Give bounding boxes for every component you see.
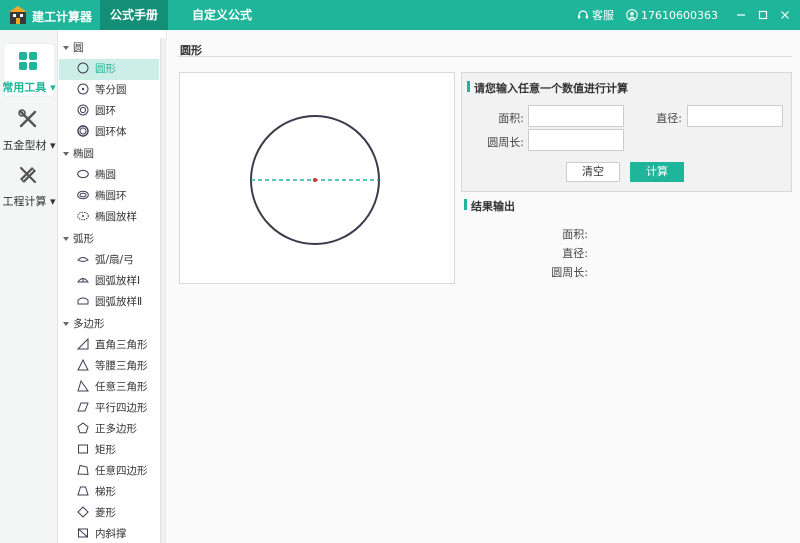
tree-item-any-quadrilateral[interactable]: 任意四边形 — [59, 461, 159, 482]
headset-icon — [578, 10, 589, 19]
tree-item-parallelogram[interactable]: 平行四边形 — [59, 398, 159, 419]
rectangle-icon — [78, 444, 88, 454]
rail-label: 工程计算 ▾ — [2, 195, 56, 208]
result-area-label: 面积: — [562, 228, 588, 241]
maximize-icon — [758, 10, 768, 20]
expand-arrow-icon — [63, 321, 69, 326]
circumference-input[interactable] — [528, 129, 624, 151]
rail-label: 五金型材 ▾ — [2, 139, 56, 152]
tree-item-ellipse-loft[interactable]: 椭圆放样 — [59, 207, 159, 228]
customer-service-label: 客服 — [592, 9, 615, 22]
tree-item-inner-brace[interactable]: 内斜撑 — [59, 524, 159, 543]
wrench-icon — [18, 109, 37, 128]
input-section-title: 请您输入任意一个数值进行计算 — [467, 80, 628, 96]
tree-group-circle[interactable]: 圆 — [59, 38, 159, 59]
title-bar: 建工计算器 公式手册 自定义公式 客服 17610600363 — [0, 0, 800, 30]
clear-button[interactable]: 清空 — [566, 162, 620, 182]
result-section-title: 结果输出 — [464, 198, 515, 214]
tree-item-divided-circle[interactable]: 等分圆 — [59, 80, 159, 101]
tree-item-arc-loft-1[interactable]: 圆弧放样Ⅰ — [59, 271, 159, 292]
ellipse-icon — [77, 169, 89, 179]
isosceles-triangle-icon — [77, 358, 89, 371]
tab-custom-formula[interactable]: 自定义公式 — [182, 0, 262, 30]
rail-item-common-tools[interactable]: 常用工具 ▾ — [0, 42, 58, 98]
calculate-button[interactable]: 计算 — [630, 162, 684, 182]
tree-item-torus[interactable]: 圆环体 — [59, 122, 159, 143]
right-triangle-icon — [76, 337, 89, 350]
title-divider — [178, 56, 792, 57]
arc-loft-2-icon — [77, 297, 89, 305]
user-icon — [626, 9, 638, 21]
circle-icon — [77, 62, 89, 74]
tree-item-circle[interactable]: 圆形 — [59, 59, 159, 80]
center-point — [313, 178, 317, 182]
maximize-button[interactable] — [752, 0, 774, 30]
tree-item-rectangle[interactable]: 矩形 — [59, 440, 159, 461]
ring-icon — [77, 104, 89, 116]
parallelogram-icon — [77, 402, 89, 412]
tree-scrollbar[interactable] — [160, 38, 167, 543]
close-icon — [781, 11, 789, 19]
close-button[interactable] — [774, 0, 796, 30]
ellipse-loft-icon — [77, 211, 89, 221]
tab-formula-manual[interactable]: 公式手册 — [100, 0, 169, 30]
area-input[interactable] — [528, 105, 624, 127]
circumference-label: 圆周长: — [487, 136, 524, 149]
customer-service-button[interactable]: 客服 — [577, 7, 614, 23]
tree-item-isosceles-triangle[interactable]: 等腰三角形 — [59, 356, 159, 377]
minimize-icon — [737, 14, 745, 16]
quadrilateral-icon — [77, 464, 89, 476]
rail-item-hardware-profiles[interactable]: 五金型材 ▾ — [0, 100, 58, 156]
circle-diagram — [250, 115, 380, 245]
trapezoid-icon — [77, 486, 89, 496]
minimize-button[interactable] — [730, 0, 752, 30]
expand-arrow-icon — [63, 151, 69, 156]
shape-tree: 圆 圆形 等分圆 圆环 圆环体 椭圆 椭圆 椭圆环 椭圆放样 弧形 弧/扇/弓 … — [59, 30, 167, 543]
tree-item-ring[interactable]: 圆环 — [59, 101, 159, 122]
category-rail: 常用工具 ▾ 五金型材 ▾ 工程计算 ▾ — [0, 30, 58, 543]
ruler-pencil-icon — [19, 166, 37, 184]
brace-icon — [78, 528, 88, 538]
tree-group-ellipse[interactable]: 椭圆 — [59, 144, 159, 165]
area-label: 面积: — [498, 112, 524, 125]
tree-item-ellipse-ring[interactable]: 椭圆环 — [59, 186, 159, 207]
tree-item-regular-polygon[interactable]: 正多边形 — [59, 419, 159, 440]
torus-icon — [77, 125, 89, 137]
rail-label: 常用工具 ▾ — [2, 81, 56, 94]
tree-item-rhombus[interactable]: 菱形 — [59, 503, 159, 524]
grid-icon — [19, 52, 37, 70]
result-diameter-label: 直径: — [562, 247, 588, 260]
pentagon-icon — [77, 422, 89, 434]
user-account[interactable]: 17610600363 — [626, 9, 718, 22]
triangle-icon — [77, 379, 89, 392]
rhombus-icon — [77, 506, 89, 518]
expand-arrow-icon — [63, 45, 69, 50]
house-logo-icon — [9, 6, 27, 24]
tree-item-ellipse[interactable]: 椭圆 — [59, 165, 159, 186]
tree-item-any-triangle[interactable]: 任意三角形 — [59, 377, 159, 398]
tree-item-arc-loft-2[interactable]: 圆弧放样Ⅱ — [59, 292, 159, 313]
arc-icon — [77, 257, 89, 262]
phone-number: 17610600363 — [641, 8, 718, 22]
tree-item-right-triangle[interactable]: 直角三角形 — [59, 335, 159, 356]
divided-circle-icon — [77, 83, 89, 95]
diameter-input[interactable] — [687, 105, 783, 127]
tree-item-arc-sector-segment[interactable]: 弧/扇/弓 — [59, 250, 159, 271]
rail-item-engineering-calc[interactable]: 工程计算 ▾ — [0, 156, 58, 212]
tree-group-polygon[interactable]: 多边形 — [59, 314, 159, 335]
result-circumference-label: 圆周长: — [551, 266, 588, 279]
expand-arrow-icon — [63, 236, 69, 241]
shape-diagram — [179, 72, 455, 284]
tree-item-trapezoid[interactable]: 梯形 — [59, 482, 159, 503]
ellipse-ring-icon — [77, 190, 89, 200]
tree-group-arc[interactable]: 弧形 — [59, 229, 159, 250]
app-title: 建工计算器 — [32, 10, 93, 24]
diameter-label: 直径: — [656, 112, 682, 125]
arc-loft-1-icon — [77, 278, 89, 283]
